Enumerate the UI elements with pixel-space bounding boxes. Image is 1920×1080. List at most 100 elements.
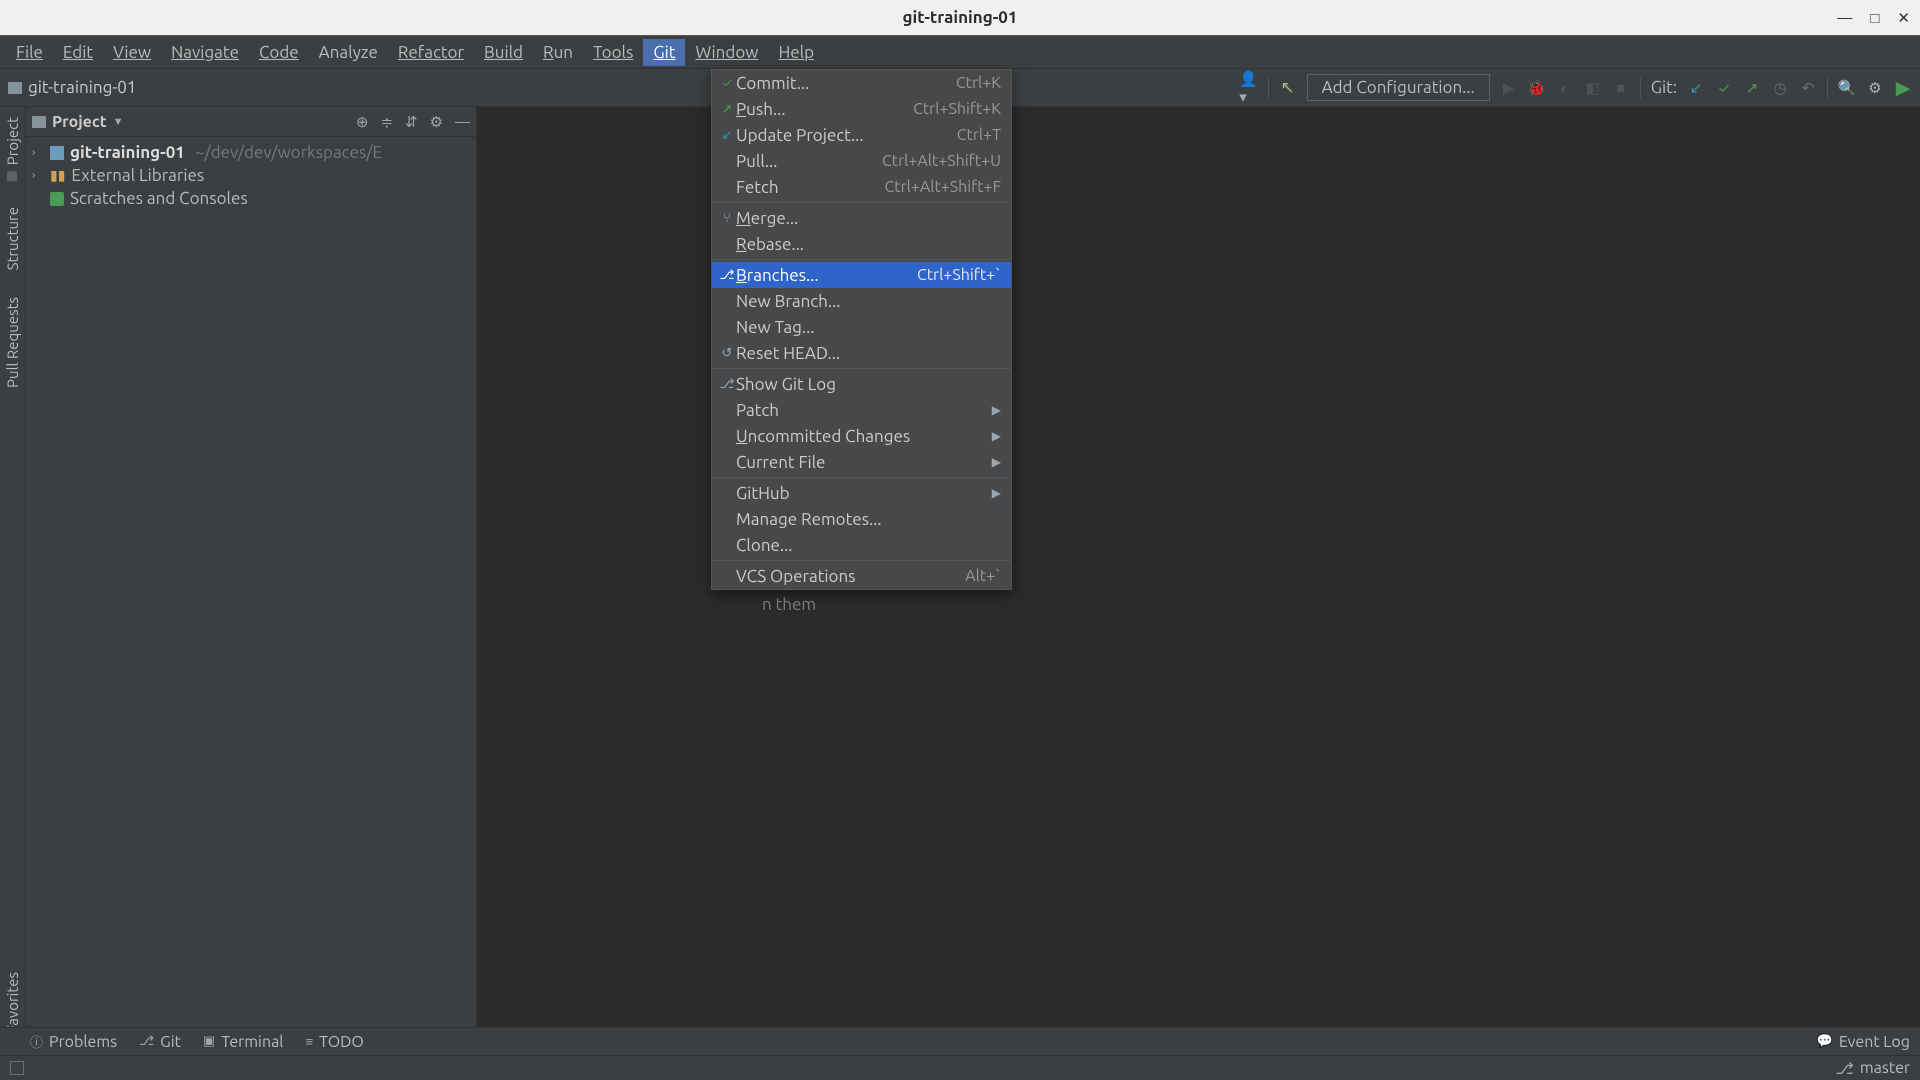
menu-item-fetch[interactable]: Fetch Ctrl+Alt+Shift+F [712,174,1011,200]
menu-item-branches[interactable]: ⎇ Branches... Ctrl+Shift+` [712,262,1011,288]
project-sidebar: Project ▼ ⊕ ≑ ⇵ ⚙ — › git-training-01 ~/… [26,107,477,1055]
menu-item-reset-head[interactable]: ↺ Reset HEAD... [712,340,1011,366]
gutter-tab-project[interactable]: Project [0,107,25,191]
speech-icon: 💬 [1817,1034,1833,1049]
menu-item-merge[interactable]: ⑂ Merge... [712,205,1011,231]
menu-item-current-file[interactable]: Current File ▶ [712,449,1011,475]
submenu-arrow-icon: ▶ [992,429,1001,443]
merge-icon: ⑂ [718,211,736,225]
menu-item-commit[interactable]: ✓ Commit... Ctrl+K [712,70,1011,96]
bottom-toolbar: ⓘProblems ⎇Git ▣Terminal ≡TODO 💬Event Lo… [0,1027,1920,1055]
toolwindows-toggle-icon[interactable] [10,1061,24,1075]
menu-item-show-log[interactable]: ⎇ Show Git Log [712,371,1011,397]
status-branch[interactable]: ⎇ master [1835,1059,1910,1078]
profile-icon[interactable]: ◧ [1584,79,1602,97]
expand-icon[interactable]: ≑ [380,113,393,131]
menu-item-pull[interactable]: Pull... Ctrl+Alt+Shift+U [712,148,1011,174]
branch-icon: ⎇ [718,268,736,283]
chevron-down-icon: ▼ [113,116,124,128]
menu-item-new-branch[interactable]: New Branch... [712,288,1011,314]
menu-item-remotes[interactable]: Manage Remotes... [712,506,1011,532]
coverage-icon[interactable]: ◐ [1556,79,1574,97]
menu-code[interactable]: Code [249,39,309,66]
menu-item-update[interactable]: ↙ Update Project... Ctrl+T [712,122,1011,148]
todo-icon: ≡ [306,1034,314,1049]
menu-run[interactable]: Run [533,39,583,66]
git-commit-icon[interactable]: ✓ [1715,79,1733,97]
locate-icon[interactable]: ⊕ [356,113,369,131]
menu-item-push[interactable]: ↗ Push... Ctrl+Shift+K [712,96,1011,122]
menu-git[interactable]: Git [643,39,685,66]
menu-edit[interactable]: Edit [53,39,103,66]
minimize-button[interactable]: — [1837,9,1852,27]
scratch-icon [50,192,64,206]
separator [712,477,1011,478]
library-icon: ▮▮ [50,167,65,184]
toolwindow-git[interactable]: ⎇Git [139,1033,181,1051]
maximize-button[interactable]: □ [1870,9,1879,27]
separator [1640,78,1641,98]
info-icon: ⓘ [30,1032,43,1051]
run-icon[interactable]: ▶ [1500,79,1518,97]
settings-icon[interactable]: ⚙ [430,113,443,131]
gutter-tab-structure[interactable]: Structure [0,197,25,280]
welcome-dnd-hint: n them [762,595,816,614]
tree-external-libs[interactable]: › ▮▮ External Libraries [26,164,476,187]
separator [712,368,1011,369]
branch-icon: ⎇ [1835,1059,1853,1078]
menu-item-rebase[interactable]: Rebase... [712,231,1011,257]
collapse-icon[interactable]: ⇵ [405,113,418,131]
menu-build[interactable]: Build [474,39,533,66]
menu-tools[interactable]: Tools [583,39,643,66]
tree-scratches[interactable]: Scratches and Consoles [26,187,476,210]
search-icon[interactable]: 🔍 [1838,79,1856,97]
menu-view[interactable]: View [103,39,161,66]
menu-help[interactable]: Help [768,39,824,66]
menu-item-clone[interactable]: Clone... [712,532,1011,558]
stop-icon[interactable]: ■ [1612,79,1630,97]
separator [712,560,1011,561]
user-icon[interactable]: 👤▾ [1240,79,1258,97]
gutter-tab-pullrequests[interactable]: Pull Requests [0,287,25,398]
tree-root[interactable]: › git-training-01 ~/dev/dev/workspaces/E [26,141,476,164]
menu-refactor[interactable]: Refactor [388,39,474,66]
statusbar: ⎇ master [0,1055,1920,1080]
menu-analyze[interactable]: Analyze [309,39,388,66]
highlight-icon[interactable]: ▶ [1894,79,1912,97]
close-button[interactable]: ✕ [1897,9,1910,27]
menu-navigate[interactable]: Navigate [161,39,249,66]
toolwindow-problems[interactable]: ⓘProblems [30,1032,117,1051]
separator [1268,78,1269,98]
git-update-icon[interactable]: ↙ [1687,79,1705,97]
separator [712,259,1011,260]
build-icon[interactable]: ↖ [1279,79,1297,97]
titlebar: git-training-01 — □ ✕ [0,0,1920,36]
sidebar-view-selector[interactable]: Project ▼ [32,113,124,131]
breadcrumb[interactable]: git-training-01 [8,78,136,97]
project-tree: › git-training-01 ~/dev/dev/workspaces/E… [26,137,476,1044]
menu-item-patch[interactable]: Patch ▶ [712,397,1011,423]
submenu-arrow-icon: ▶ [992,455,1001,469]
menu-item-vcs-operations[interactable]: VCS Operations Alt+` [712,563,1011,589]
hide-icon[interactable]: — [455,113,470,131]
git-push-icon[interactable]: ↗ [1743,79,1761,97]
sidebar-header: Project ▼ ⊕ ≑ ⇵ ⚙ — [26,107,476,137]
git-rollback-icon[interactable]: ↶ [1799,79,1817,97]
chevron-right-icon: › [32,169,44,182]
menu-window[interactable]: Window [685,39,768,66]
git-history-icon[interactable]: ◷ [1771,79,1789,97]
menu-file[interactable]: File [6,39,53,66]
toolwindow-todo[interactable]: ≡TODO [306,1033,364,1051]
git-label: Git: [1651,78,1677,97]
settings-icon[interactable]: ⚙ [1866,79,1884,97]
menu-item-new-tag[interactable]: New Tag... [712,314,1011,340]
branch-icon: ⎇ [139,1034,154,1049]
menu-item-uncommitted[interactable]: Uncommitted Changes ▶ [712,423,1011,449]
debug-icon[interactable]: 🐞 [1528,79,1546,97]
toolwindow-eventlog[interactable]: 💬Event Log [1817,1033,1910,1051]
toolwindow-terminal[interactable]: ▣Terminal [203,1033,284,1051]
add-configuration-button[interactable]: Add Configuration... [1307,74,1490,101]
menu-item-github[interactable]: GitHub ▶ [712,480,1011,506]
push-icon: ↗ [718,102,736,117]
reset-icon: ↺ [718,346,736,361]
